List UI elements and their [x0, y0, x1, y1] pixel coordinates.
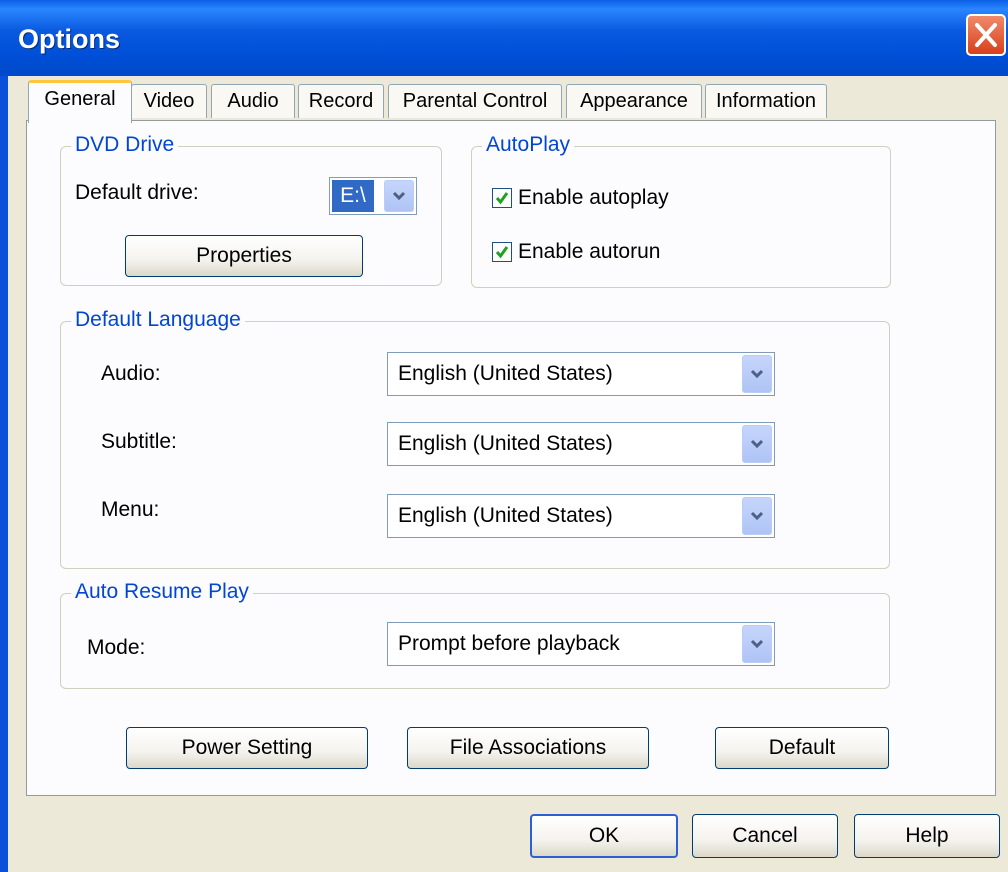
window-frame: [0, 76, 8, 872]
options-dialog: Options General Video Audio Record Paren…: [0, 0, 1008, 872]
close-button[interactable]: [966, 14, 1006, 56]
audio-language-value: English (United States): [398, 362, 613, 385]
audio-language-dropdown-button[interactable]: [742, 355, 772, 393]
tab-parental-control[interactable]: Parental Control: [388, 84, 562, 118]
autoplay-group: AutoPlay Enable autoplay Enable autorun: [471, 133, 891, 288]
chevron-down-icon: [750, 439, 764, 449]
menu-language-dropdown-button[interactable]: [742, 497, 772, 535]
enable-autoplay-checkbox[interactable]: [492, 188, 512, 208]
chevron-down-icon: [750, 369, 764, 379]
tab-appearance[interactable]: Appearance: [566, 84, 702, 118]
tab-information[interactable]: Information: [705, 84, 827, 118]
tab-general[interactable]: General: [28, 80, 132, 123]
enable-autorun-label[interactable]: Enable autorun: [518, 240, 660, 264]
tab-audio[interactable]: Audio: [211, 84, 295, 118]
resume-mode-dropdown-button[interactable]: [742, 625, 772, 663]
dvd-drive-group: DVD Drive Default drive: E:\ Properties: [60, 133, 442, 286]
default-drive-value: E:\: [332, 180, 374, 212]
chevron-down-icon: [750, 511, 764, 521]
subtitle-language-select[interactable]: English (United States): [387, 422, 775, 466]
help-button[interactable]: Help: [854, 814, 1000, 858]
audio-language-label: Audio:: [101, 362, 161, 385]
menu-language-value: English (United States): [398, 504, 613, 527]
cancel-button[interactable]: Cancel: [692, 814, 838, 858]
chevron-down-icon: [392, 191, 406, 201]
audio-language-select[interactable]: English (United States): [387, 352, 775, 396]
default-drive-select[interactable]: E:\: [329, 177, 417, 215]
tab-video[interactable]: Video: [131, 84, 207, 118]
enable-autoplay-label[interactable]: Enable autoplay: [518, 186, 669, 210]
general-tab-panel: DVD Drive Default drive: E:\ Properties …: [26, 120, 996, 796]
menu-language-select[interactable]: English (United States): [387, 494, 775, 538]
check-icon: [495, 246, 509, 259]
auto-resume-group: Auto Resume Play Mode: Prompt before pla…: [60, 580, 890, 689]
default-button[interactable]: Default: [715, 727, 889, 769]
default-drive-dropdown-button[interactable]: [384, 180, 414, 212]
default-drive-label: Default drive:: [75, 181, 199, 204]
resume-mode-label: Mode:: [87, 636, 146, 659]
check-icon: [495, 192, 509, 205]
autoplay-legend: AutoPlay: [482, 133, 575, 157]
default-language-group: Default Language Audio: English (United …: [60, 308, 890, 569]
title-bar[interactable]: Options: [0, 0, 1008, 76]
subtitle-language-label: Subtitle:: [101, 430, 177, 453]
enable-autorun-checkbox[interactable]: [492, 242, 512, 262]
resume-mode-value: Prompt before playback: [398, 632, 620, 655]
file-associations-button[interactable]: File Associations: [407, 727, 649, 769]
close-icon: [975, 23, 997, 47]
window-title: Options: [18, 24, 120, 54]
chevron-down-icon: [750, 639, 764, 649]
tab-record[interactable]: Record: [298, 84, 384, 118]
resume-mode-select[interactable]: Prompt before playback: [387, 622, 775, 666]
properties-button[interactable]: Properties: [125, 235, 363, 277]
ok-button[interactable]: OK: [530, 814, 678, 858]
menu-language-label: Menu:: [101, 498, 160, 521]
auto-resume-legend: Auto Resume Play: [71, 580, 253, 604]
subtitle-language-value: English (United States): [398, 432, 613, 455]
subtitle-language-dropdown-button[interactable]: [742, 425, 772, 463]
default-language-legend: Default Language: [71, 308, 245, 332]
dvd-drive-legend: DVD Drive: [71, 133, 179, 157]
power-setting-button[interactable]: Power Setting: [126, 727, 368, 769]
